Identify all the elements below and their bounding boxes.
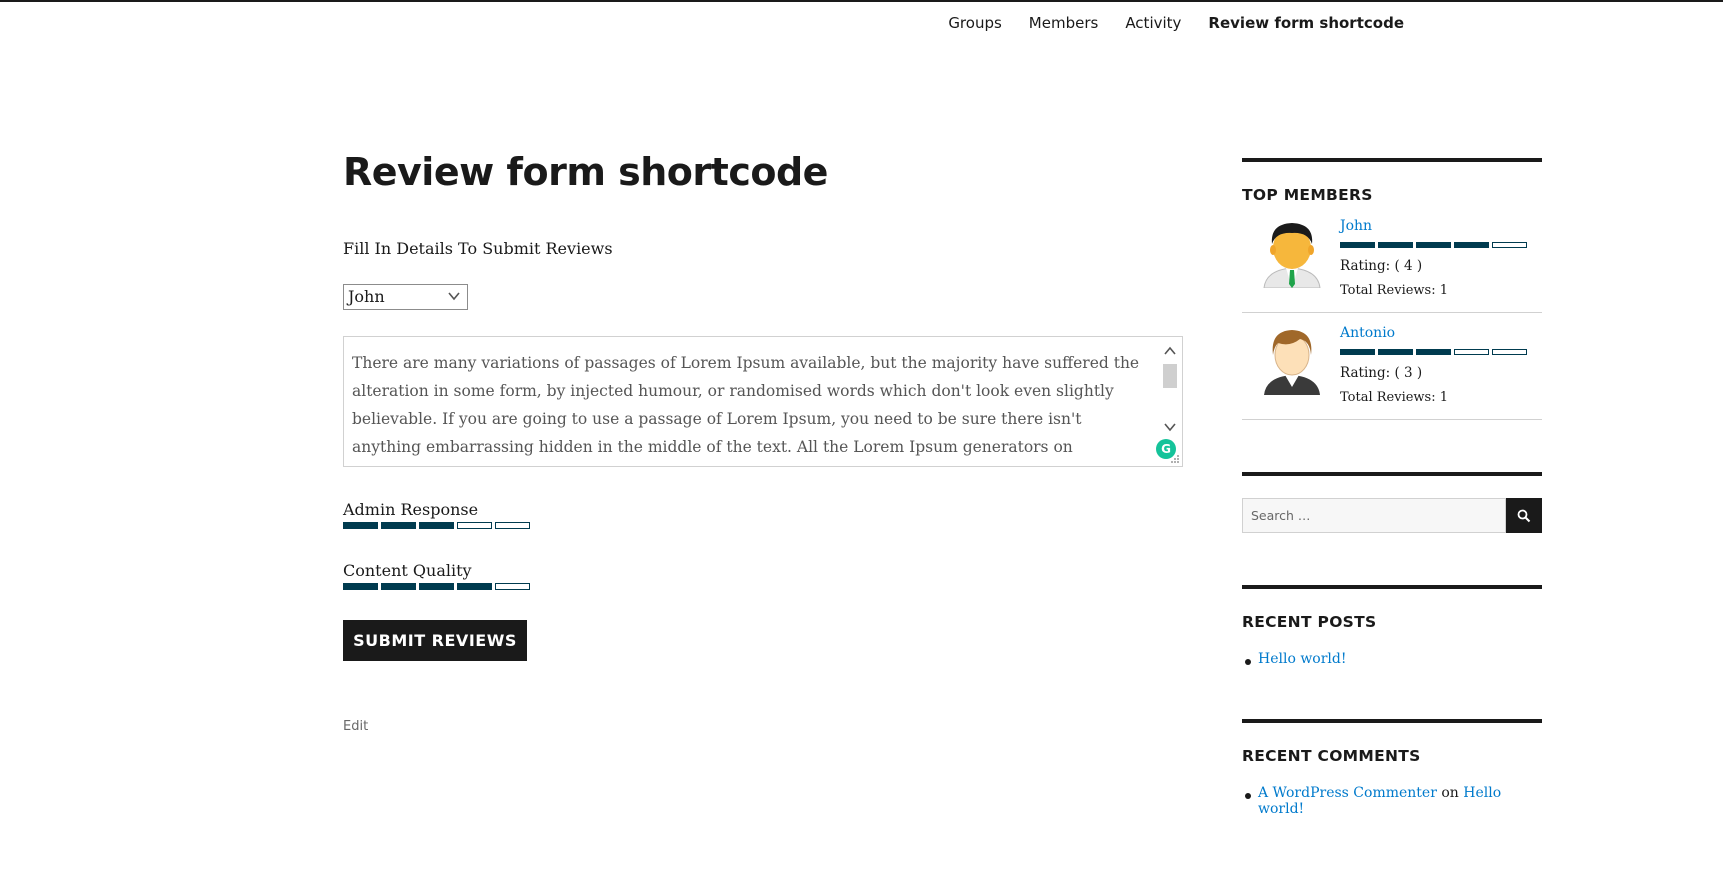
- review-textarea[interactable]: There are many variations of passages of…: [343, 335, 1183, 467]
- list-item: Hello world!: [1242, 651, 1542, 667]
- rating-star-bar[interactable]: [457, 521, 492, 529]
- member-select-value: John: [348, 286, 385, 306]
- recent-comments-list: A WordPress Commenter on Hello world!: [1242, 785, 1542, 817]
- rating-label: Admin Response: [343, 499, 479, 519]
- rating-star-bar[interactable]: [419, 582, 454, 590]
- recent-posts-list: Hello world!: [1242, 651, 1542, 667]
- member-rating-bar: [1378, 242, 1413, 248]
- rating-bars: [343, 582, 1183, 590]
- member-rating-bar: [1492, 349, 1527, 355]
- nav-item-activity[interactable]: Activity: [1125, 14, 1181, 32]
- member-rating-bars: [1340, 242, 1542, 248]
- nav-item-groups[interactable]: Groups: [948, 14, 1001, 32]
- rating-star-bar[interactable]: [457, 582, 492, 590]
- rating-star-bar[interactable]: [495, 521, 530, 529]
- widget-title: RECENT POSTS: [1242, 613, 1377, 631]
- primary-menu: Groups Members Activity Review form shor…: [948, 14, 1404, 32]
- member-item: John Rating: ( 4 ) Total Reviews: 1: [1242, 204, 1542, 313]
- member-select[interactable]: John: [343, 283, 468, 310]
- scroll-up-icon[interactable]: [1163, 345, 1177, 357]
- member-info: John Rating: ( 4 ) Total Reviews: 1: [1340, 218, 1542, 298]
- member-item: Antonio Rating: ( 3 ) Total Reviews: 1: [1242, 313, 1542, 420]
- member-rating-bar: [1416, 349, 1451, 355]
- member-name-link[interactable]: John: [1340, 218, 1542, 234]
- comment-on-text: on: [1441, 785, 1459, 801]
- rating-star-bar[interactable]: [419, 521, 454, 529]
- comment-author-link[interactable]: A WordPress Commenter: [1258, 785, 1437, 801]
- widget-title: TOP MEMBERS: [1242, 186, 1373, 204]
- member-rating-bar: [1340, 242, 1375, 248]
- member-rating-bar: [1378, 349, 1413, 355]
- member-rating-bar: [1492, 242, 1527, 248]
- member-rating-text: Rating: ( 3 ): [1340, 365, 1423, 381]
- recent-post-link[interactable]: Hello world!: [1258, 651, 1347, 667]
- page-title: Review form shortcode: [343, 150, 828, 194]
- rating-star-bar[interactable]: [495, 582, 530, 590]
- widget-title: RECENT COMMENTS: [1242, 747, 1421, 765]
- search-widget: Search …: [1242, 472, 1542, 533]
- member-name-link[interactable]: Antonio: [1340, 325, 1542, 341]
- scroll-down-icon[interactable]: [1163, 421, 1177, 433]
- main-content: Review form shortcode Fill In Details To…: [343, 150, 1183, 734]
- male-avatar-dark-hair-icon[interactable]: [1260, 218, 1324, 288]
- search-icon: [1517, 509, 1531, 522]
- member-rating-text: Rating: ( 4 ): [1340, 258, 1423, 274]
- rating-star-bar[interactable]: [381, 582, 416, 590]
- rating-bars: [343, 521, 1183, 529]
- male-avatar-brown-hair-icon[interactable]: [1260, 325, 1324, 395]
- resize-grip-icon[interactable]: [1170, 454, 1180, 464]
- rating-star-bar[interactable]: [381, 521, 416, 529]
- rating-admin-response: Admin Response: [343, 500, 1183, 529]
- nav-item-members[interactable]: Members: [1029, 14, 1099, 32]
- member-rating-bars: [1340, 349, 1542, 355]
- submit-reviews-button[interactable]: SUBMIT REVIEWS: [343, 619, 527, 661]
- sidebar: TOP MEMBERS John Rating: ( 4 ) Total Rev…: [1242, 158, 1542, 817]
- list-item: A WordPress Commenter on Hello world!: [1242, 785, 1542, 817]
- search-form: Search …: [1242, 498, 1542, 533]
- member-rating-bar: [1340, 349, 1375, 355]
- review-text: There are many variations of passages of…: [352, 353, 1140, 456]
- edit-link[interactable]: Edit: [343, 719, 1183, 734]
- rating-label: Content Quality: [343, 560, 472, 580]
- member-rating-bar: [1454, 242, 1489, 248]
- top-members-widget: TOP MEMBERS John Rating: ( 4 ) Total Rev…: [1242, 158, 1542, 420]
- top-border: [0, 0, 1723, 2]
- rating-content-quality: Content Quality: [343, 561, 1183, 590]
- recent-posts-widget: RECENT POSTS Hello world!: [1242, 585, 1542, 667]
- member-total-reviews: Total Reviews: 1: [1340, 390, 1449, 405]
- form-intro: Fill In Details To Submit Reviews: [343, 238, 613, 258]
- member-rating-bar: [1416, 242, 1451, 248]
- search-button[interactable]: [1506, 498, 1542, 533]
- chevron-down-icon: [448, 292, 460, 300]
- member-total-reviews: Total Reviews: 1: [1340, 283, 1449, 298]
- nav-item-review-form-shortcode[interactable]: Review form shortcode: [1208, 14, 1404, 32]
- recent-comments-widget: RECENT COMMENTS A WordPress Commenter on…: [1242, 719, 1542, 817]
- scroll-thumb[interactable]: [1163, 363, 1177, 388]
- search-input[interactable]: Search …: [1242, 498, 1506, 533]
- member-rating-bar: [1454, 349, 1489, 355]
- member-info: Antonio Rating: ( 3 ) Total Reviews: 1: [1340, 325, 1542, 405]
- rating-star-bar[interactable]: [343, 521, 378, 529]
- rating-star-bar[interactable]: [343, 582, 378, 590]
